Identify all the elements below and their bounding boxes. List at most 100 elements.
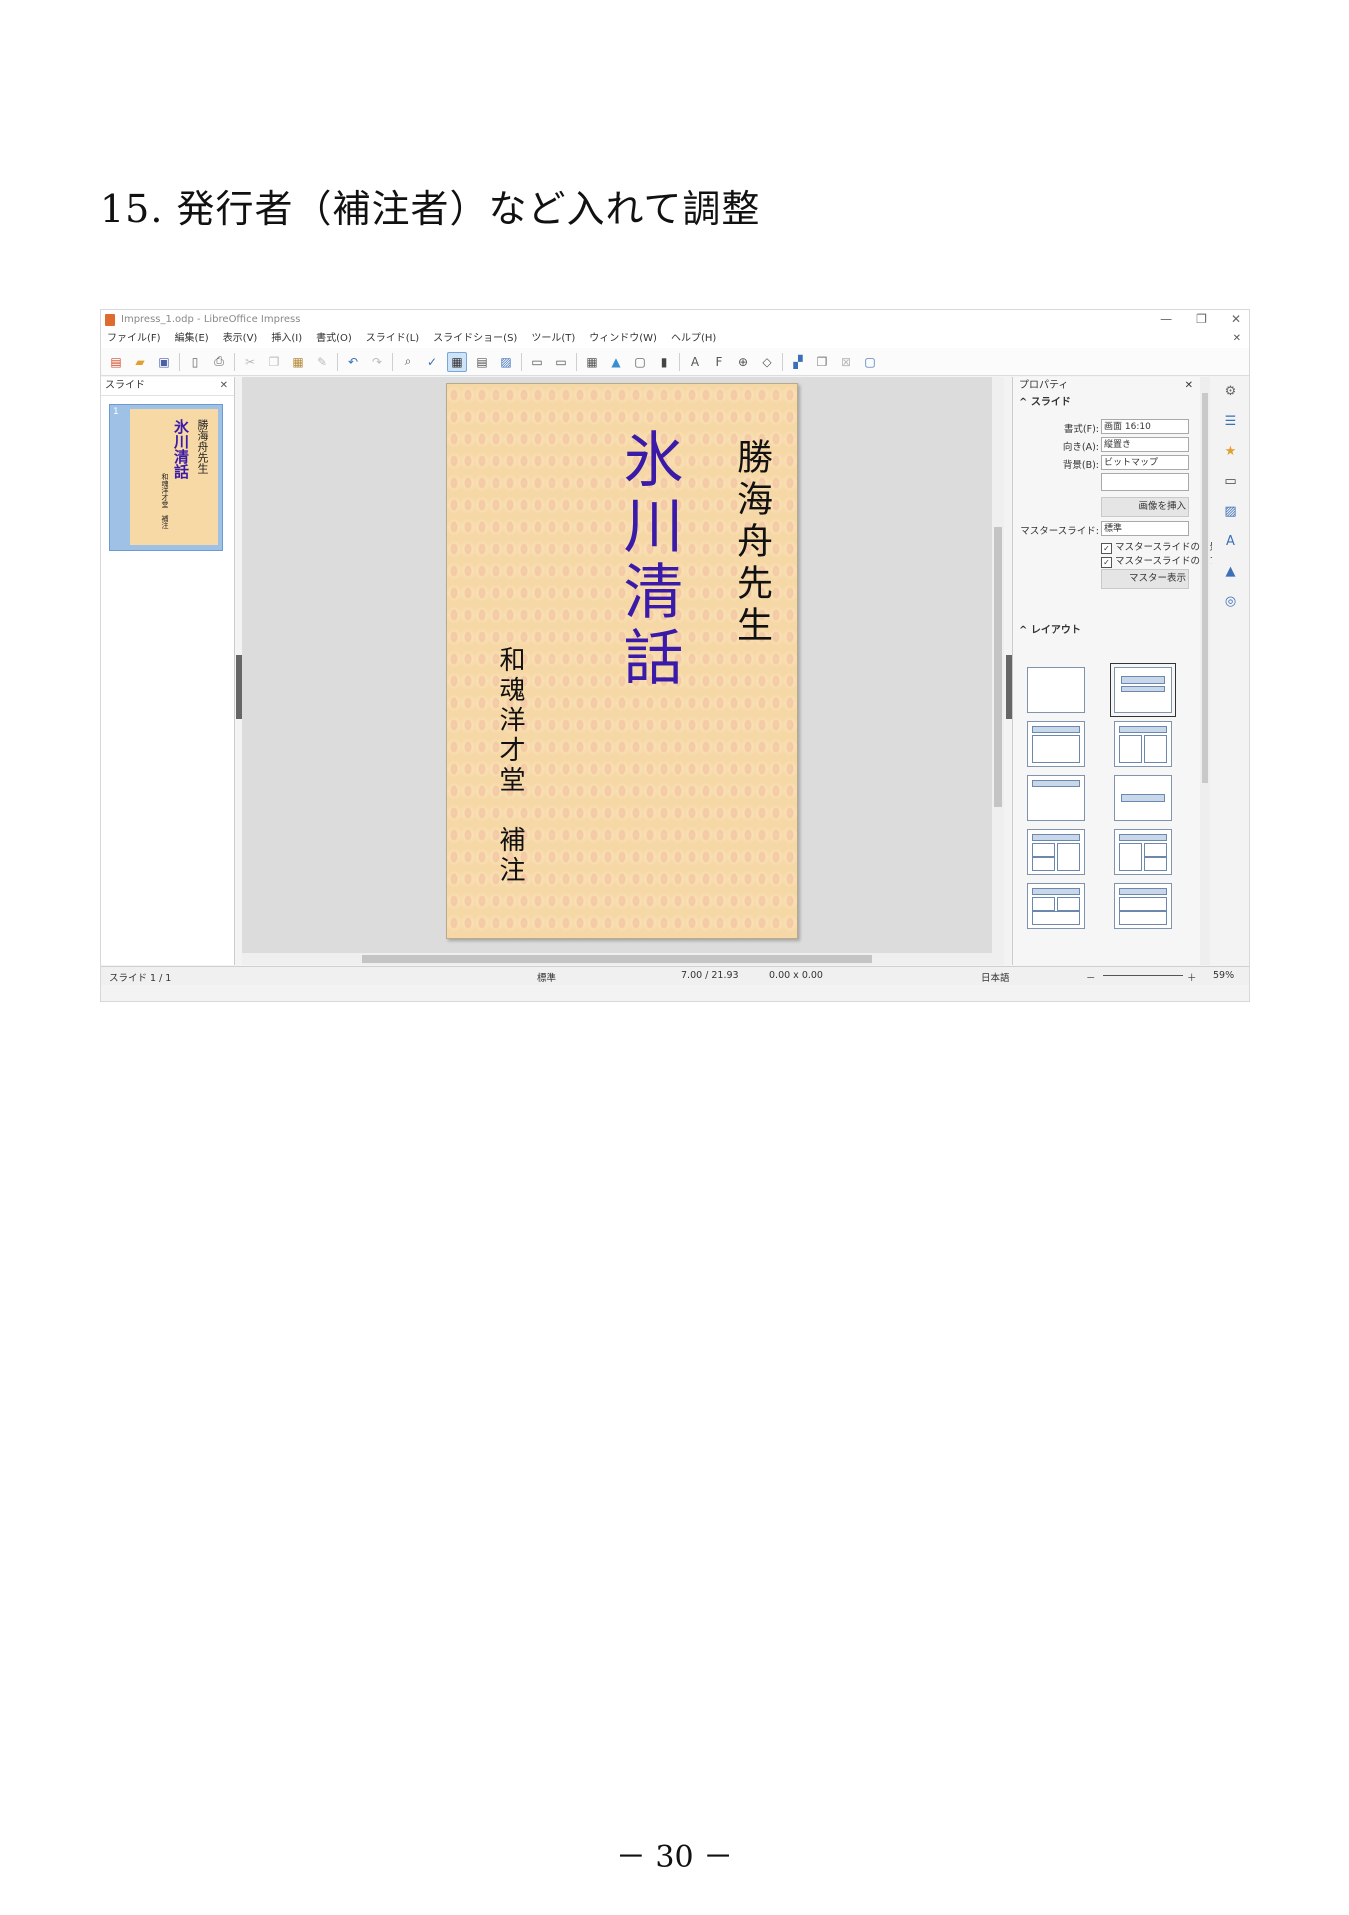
styles-tab-icon[interactable]: A bbox=[1222, 533, 1240, 551]
crop-icon[interactable]: ⊠ bbox=[837, 353, 855, 371]
cut-icon[interactable]: ✂ bbox=[241, 353, 259, 371]
insert-image-button[interactable]: 画像を挿入 bbox=[1101, 497, 1189, 517]
undo-icon[interactable]: ↶ bbox=[344, 353, 362, 371]
insert-hyperlink-icon[interactable]: ⊕ bbox=[734, 353, 752, 371]
toolbar-separator bbox=[179, 352, 180, 371]
menu-window[interactable]: ウィンドウ(W) bbox=[589, 330, 657, 348]
navigator-tab-icon[interactable]: ◎ bbox=[1222, 593, 1240, 611]
sidebar-scroll-thumb[interactable] bbox=[1202, 393, 1208, 783]
open-folder-icon[interactable]: ▰ bbox=[131, 353, 149, 371]
zoom-level-status[interactable]: 59% bbox=[1213, 970, 1234, 981]
export-pdf-icon[interactable]: ▯ bbox=[186, 353, 204, 371]
restore-button[interactable]: ❐ bbox=[1196, 312, 1207, 326]
zoom-slider[interactable] bbox=[1103, 975, 1183, 976]
insert-chart-icon[interactable]: ▮ bbox=[655, 353, 673, 371]
sidebar-header: プロパティ ✕ bbox=[1013, 377, 1201, 395]
format-select[interactable]: 画面 16:10 bbox=[1101, 419, 1189, 434]
menu-edit[interactable]: 編集(E) bbox=[175, 330, 209, 348]
background-row: 背景(B): ビットマップ bbox=[1013, 455, 1201, 471]
zoom-in-button[interactable]: ＋ bbox=[1187, 970, 1197, 984]
language-status[interactable]: 日本語 bbox=[981, 970, 1010, 984]
slide-publisher-text[interactable]: 和魂洋才堂 補注 bbox=[492, 646, 529, 886]
layout-title-only[interactable] bbox=[1027, 775, 1085, 821]
slide-thumbnail-number: 1 bbox=[113, 407, 119, 417]
new-slide-icon[interactable]: ▭ bbox=[528, 353, 546, 371]
menu-tools[interactable]: ツール(T) bbox=[531, 330, 575, 348]
menu-insert[interactable]: 挿入(I) bbox=[271, 330, 302, 348]
close-sidebar-icon[interactable]: ✕ bbox=[1185, 377, 1193, 395]
gallery-tab-icon[interactable]: ▲ bbox=[1222, 563, 1240, 581]
thumbnail-author-text: 勝海舟先生 bbox=[196, 419, 209, 474]
clone-formatting-icon[interactable]: ✎ bbox=[313, 353, 331, 371]
master-slide-select[interactable]: 標準 bbox=[1101, 521, 1189, 536]
paste-icon[interactable]: ▦ bbox=[289, 353, 307, 371]
thumbnail-title-text: 氷川清話 bbox=[172, 419, 190, 479]
orientation-row: 向き(A): 縦置き bbox=[1013, 437, 1201, 453]
close-slides-pane-icon[interactable]: ✕ bbox=[220, 377, 228, 395]
layout-gallery bbox=[1023, 663, 1194, 929]
slide-thumbnail[interactable]: 1 勝海舟先生 氷川清話 和魂洋才堂 補注 bbox=[109, 404, 223, 551]
show-draw-functions-icon[interactable]: ▞ bbox=[789, 353, 807, 371]
duplicate-slide-icon[interactable]: ▭ bbox=[552, 353, 570, 371]
menu-help[interactable]: ヘルプ(H) bbox=[671, 330, 716, 348]
vertical-scrollbar[interactable] bbox=[992, 377, 1004, 953]
master-slides-tab-icon[interactable]: ▨ bbox=[1222, 503, 1240, 521]
insert-table-icon[interactable]: ▦ bbox=[583, 353, 601, 371]
save-icon[interactable]: ▣ bbox=[155, 353, 173, 371]
insert-image-icon[interactable]: ▲ bbox=[607, 353, 625, 371]
layout-title-2content-content[interactable] bbox=[1027, 829, 1085, 875]
insert-media-icon[interactable]: ▢ bbox=[631, 353, 649, 371]
arrange-icon[interactable]: ❐ bbox=[813, 353, 831, 371]
slide-canvas[interactable]: 勝海舟先生 氷川清話 和魂洋才堂 補注 bbox=[446, 383, 798, 939]
sidebar-settings-gear-icon[interactable]: ⚙ bbox=[1222, 383, 1240, 401]
checkbox-checked-icon: ✓ bbox=[1101, 557, 1112, 568]
print-icon[interactable]: ⎙ bbox=[210, 353, 228, 371]
slide-section-header[interactable]: ^ スライド bbox=[1013, 395, 1201, 411]
horizontal-scrollbar[interactable] bbox=[242, 953, 1004, 965]
menu-slide[interactable]: スライド(L) bbox=[366, 330, 419, 348]
spelling-icon[interactable]: ✓ bbox=[423, 353, 441, 371]
zoom-out-button[interactable]: － bbox=[1086, 970, 1096, 984]
sidebar-scrollbar[interactable] bbox=[1200, 377, 1210, 965]
master-slide-icon[interactable]: ▨ bbox=[497, 353, 515, 371]
menu-view[interactable]: 表示(V) bbox=[223, 330, 258, 348]
orientation-select[interactable]: 縦置き bbox=[1101, 437, 1189, 452]
layout-title-content-over-content[interactable] bbox=[1114, 883, 1172, 929]
close-window-button[interactable]: ✕ bbox=[1231, 312, 1241, 326]
layout-section-header[interactable]: ^ レイアウト bbox=[1013, 623, 1081, 639]
display-grid-icon[interactable]: ▦ bbox=[447, 351, 467, 372]
layout-blank[interactable] bbox=[1027, 667, 1085, 713]
copy-icon[interactable]: ❐ bbox=[265, 353, 283, 371]
redo-icon[interactable]: ↷ bbox=[368, 353, 386, 371]
insert-textbox-icon[interactable]: A bbox=[686, 353, 704, 371]
slide-transition-tab-icon[interactable]: ★ bbox=[1222, 443, 1240, 461]
properties-tab-icon[interactable]: ☰ bbox=[1222, 413, 1240, 431]
layout-title-2content-over-content[interactable] bbox=[1027, 883, 1085, 929]
layout-title-two-content[interactable] bbox=[1114, 721, 1172, 767]
animation-tab-icon[interactable]: ▭ bbox=[1222, 473, 1240, 491]
menu-format[interactable]: 書式(O) bbox=[316, 330, 352, 348]
master-view-button[interactable]: マスター表示 bbox=[1101, 569, 1189, 589]
shadow-icon[interactable]: ▢ bbox=[861, 353, 879, 371]
layout-centered-text[interactable] bbox=[1114, 775, 1172, 821]
display-views-icon[interactable]: ▤ bbox=[473, 353, 491, 371]
menu-slideshow[interactable]: スライドショー(S) bbox=[433, 330, 517, 348]
slide-title-text[interactable]: 氷川清話 bbox=[605, 428, 692, 692]
vertical-scroll-thumb[interactable] bbox=[994, 527, 1002, 807]
menu-file[interactable]: ファイル(F) bbox=[107, 330, 161, 348]
minimize-button[interactable]: — bbox=[1160, 312, 1172, 326]
horizontal-scroll-thumb[interactable] bbox=[362, 955, 872, 963]
basic-shapes-icon[interactable]: ◇ bbox=[758, 353, 776, 371]
toolbar-separator bbox=[392, 352, 393, 371]
layout-title-content-2content[interactable] bbox=[1114, 829, 1172, 875]
background-detail-select[interactable] bbox=[1101, 473, 1189, 491]
layout-title-slide[interactable] bbox=[1110, 663, 1176, 717]
close-document-icon[interactable]: ✕ bbox=[1233, 330, 1241, 348]
insert-fontwork-icon[interactable]: F bbox=[710, 353, 728, 371]
standard-toolbar: ▤ ▰ ▣ ▯ ⎙ ✂ ❐ ▦ ✎ ↶ ↷ ⌕ ✓ ▦ ▤ ▨ ▭ ▭ ▦ ▲ … bbox=[101, 348, 1249, 376]
new-document-icon[interactable]: ▤ bbox=[107, 353, 125, 371]
layout-title-content[interactable] bbox=[1027, 721, 1085, 767]
find-replace-icon[interactable]: ⌕ bbox=[399, 353, 417, 371]
slide-author-text[interactable]: 勝海舟先生 bbox=[725, 438, 777, 648]
background-select[interactable]: ビットマップ bbox=[1101, 455, 1189, 470]
